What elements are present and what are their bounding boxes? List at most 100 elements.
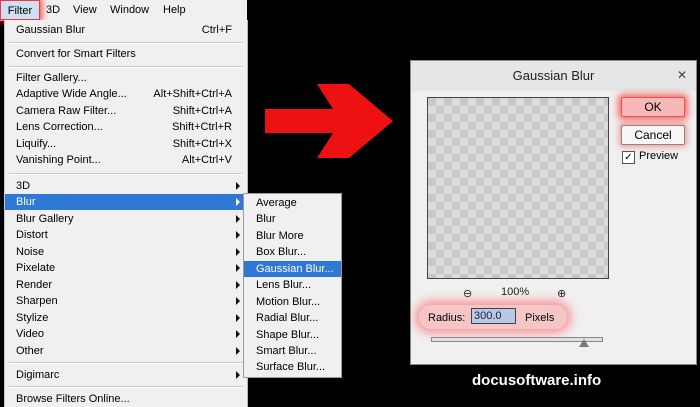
menu-3d[interactable]: 3D	[46, 4, 60, 16]
menu-item-shortcut: Ctrl+F	[201, 24, 232, 36]
filter-menu: Gaussian Blur Ctrl+F Convert for Smart F…	[4, 20, 248, 407]
submenu-item-label: Lens Blur...	[256, 279, 312, 291]
menu-item-pixelate[interactable]: Pixelate	[5, 260, 247, 276]
menu-separator	[9, 173, 243, 175]
dialog-title: Gaussian Blur	[411, 61, 696, 91]
submenu-item-blur-more[interactable]: Blur More	[244, 228, 341, 244]
submenu-arrow-icon	[236, 314, 240, 322]
menu-item-adaptive-wide-angle[interactable]: Adaptive Wide Angle... Alt+Shift+Ctrl+A	[5, 86, 247, 102]
radius-slider-track[interactable]	[431, 337, 603, 342]
menu-item-label: Video	[16, 328, 44, 340]
menu-item-label: Browse Filters Online...	[16, 393, 130, 405]
menu-item-noise[interactable]: Noise	[5, 244, 247, 260]
zoom-out-icon[interactable]: ⊖	[463, 287, 472, 300]
menu-item-browse-filters-online[interactable]: Browse Filters Online...	[5, 391, 247, 407]
menu-item-label: Lens Correction...	[16, 121, 103, 133]
menu-item-lens-correction[interactable]: Lens Correction... Shift+Ctrl+R	[5, 119, 247, 135]
menu-item-vanishing-point[interactable]: Vanishing Point... Alt+Ctrl+V	[5, 152, 247, 168]
submenu-item-gaussian-blur[interactable]: Gaussian Blur...	[244, 261, 341, 277]
menu-separator	[9, 362, 243, 364]
submenu-item-shape-blur[interactable]: Shape Blur...	[244, 327, 341, 343]
zoom-in-icon[interactable]: ⊕	[557, 287, 566, 300]
menu-item-label: Convert for Smart Filters	[16, 48, 136, 60]
gaussian-blur-dialog: Gaussian Blur ✕ ⊖ 100% ⊕ OK Cancel ✓ Pre…	[410, 60, 697, 365]
radius-label: Radius:	[428, 312, 466, 324]
menu-item-shortcut: Shift+Ctrl+A	[172, 105, 232, 117]
menu-item-label: Filter Gallery...	[16, 72, 87, 84]
watermark: docusoftware.info	[472, 372, 602, 389]
preview-checkbox[interactable]: ✓	[622, 151, 635, 164]
menu-item-convert-smart-filters[interactable]: Convert for Smart Filters	[5, 46, 247, 62]
menu-item-label: Distort	[16, 229, 48, 241]
submenu-arrow-icon	[236, 182, 240, 190]
preview-canvas[interactable]	[427, 97, 609, 279]
submenu-item-label: Smart Blur...	[256, 345, 317, 357]
ok-button[interactable]: OK	[621, 97, 685, 117]
submenu-arrow-icon	[236, 297, 240, 305]
menu-item-digimarc[interactable]: Digimarc	[5, 367, 247, 383]
submenu-arrow-icon	[236, 371, 240, 379]
submenu-item-smart-blur[interactable]: Smart Blur...	[244, 343, 341, 359]
menu-filter[interactable]: Filter	[0, 0, 40, 20]
menu-item-blur-gallery[interactable]: Blur Gallery	[5, 211, 247, 227]
menu-item-other[interactable]: Other	[5, 343, 247, 359]
submenu-item-label: Box Blur...	[256, 246, 307, 258]
submenu-item-label: Motion Blur...	[256, 296, 321, 308]
menu-item-last-filter[interactable]: Gaussian Blur Ctrl+F	[5, 22, 247, 38]
menu-item-label: Blur	[16, 196, 36, 208]
menu-item-label: Digimarc	[16, 369, 60, 381]
submenu-item-motion-blur[interactable]: Motion Blur...	[244, 294, 341, 310]
submenu-arrow-icon	[236, 264, 240, 272]
red-arrow-icon	[265, 84, 393, 158]
menu-item-shortcut: Shift+Ctrl+X	[172, 138, 232, 150]
submenu-arrow-icon	[236, 231, 240, 239]
submenu-arrow-icon	[236, 215, 240, 223]
menu-item-label: Other	[16, 345, 44, 357]
submenu-item-lens-blur[interactable]: Lens Blur...	[244, 277, 341, 293]
submenu-item-radial-blur[interactable]: Radial Blur...	[244, 310, 341, 326]
submenu-item-label: Surface Blur...	[256, 361, 326, 373]
menu-item-label: Pixelate	[16, 262, 56, 274]
submenu-arrow-icon	[236, 347, 240, 355]
submenu-arrow-icon	[236, 330, 240, 338]
menu-item-render[interactable]: Render	[5, 277, 247, 293]
menu-item-label: Gaussian Blur	[16, 24, 86, 36]
radius-unit: Pixels	[525, 312, 555, 324]
submenu-arrow-icon	[236, 248, 240, 256]
menu-separator	[9, 386, 243, 388]
menu-item-3d[interactable]: 3D	[5, 178, 247, 194]
submenu-item-average[interactable]: Average	[244, 195, 341, 211]
menu-item-blur[interactable]: Blur	[5, 194, 247, 210]
close-icon[interactable]: ✕	[674, 67, 690, 83]
submenu-item-blur[interactable]: Blur	[244, 211, 341, 227]
menu-help[interactable]: Help	[163, 4, 186, 16]
menu-item-distort[interactable]: Distort	[5, 227, 247, 243]
menu-item-liquify[interactable]: Liquify... Shift+Ctrl+X	[5, 136, 247, 152]
submenu-item-label: Blur	[256, 213, 276, 225]
menu-item-shortcut: Alt+Ctrl+V	[181, 154, 232, 166]
menu-item-label: Sharpen	[16, 295, 58, 307]
submenu-item-label: Blur More	[256, 230, 304, 242]
menu-item-stylize[interactable]: Stylize	[5, 310, 247, 326]
radius-input[interactable]: 300.0	[471, 308, 516, 324]
menu-window[interactable]: Window	[110, 4, 149, 16]
menu-view[interactable]: View	[73, 4, 97, 16]
menu-item-filter-gallery[interactable]: Filter Gallery...	[5, 70, 247, 86]
cancel-button[interactable]: Cancel	[621, 125, 685, 145]
blur-submenu: Average Blur Blur More Box Blur... Gauss…	[243, 193, 342, 378]
radius-slider-thumb[interactable]	[579, 339, 589, 347]
submenu-item-label: Average	[256, 197, 297, 209]
menu-item-label: Noise	[16, 246, 45, 258]
submenu-item-box-blur[interactable]: Box Blur...	[244, 244, 341, 260]
menu-separator	[9, 66, 243, 68]
submenu-item-label: Radial Blur...	[256, 312, 319, 324]
menu-item-camera-raw[interactable]: Camera Raw Filter... Shift+Ctrl+A	[5, 103, 247, 119]
menu-item-label: Liquify...	[16, 138, 57, 150]
menu-item-label: Blur Gallery	[16, 213, 74, 225]
submenu-item-surface-blur[interactable]: Surface Blur...	[244, 359, 341, 375]
menu-item-shortcut: Shift+Ctrl+R	[172, 121, 232, 133]
menu-item-sharpen[interactable]: Sharpen	[5, 293, 247, 309]
menu-item-label: Adaptive Wide Angle...	[16, 88, 127, 100]
menu-item-video[interactable]: Video	[5, 326, 247, 342]
menu-bar: Filter 3D View Window Help	[0, 0, 247, 21]
